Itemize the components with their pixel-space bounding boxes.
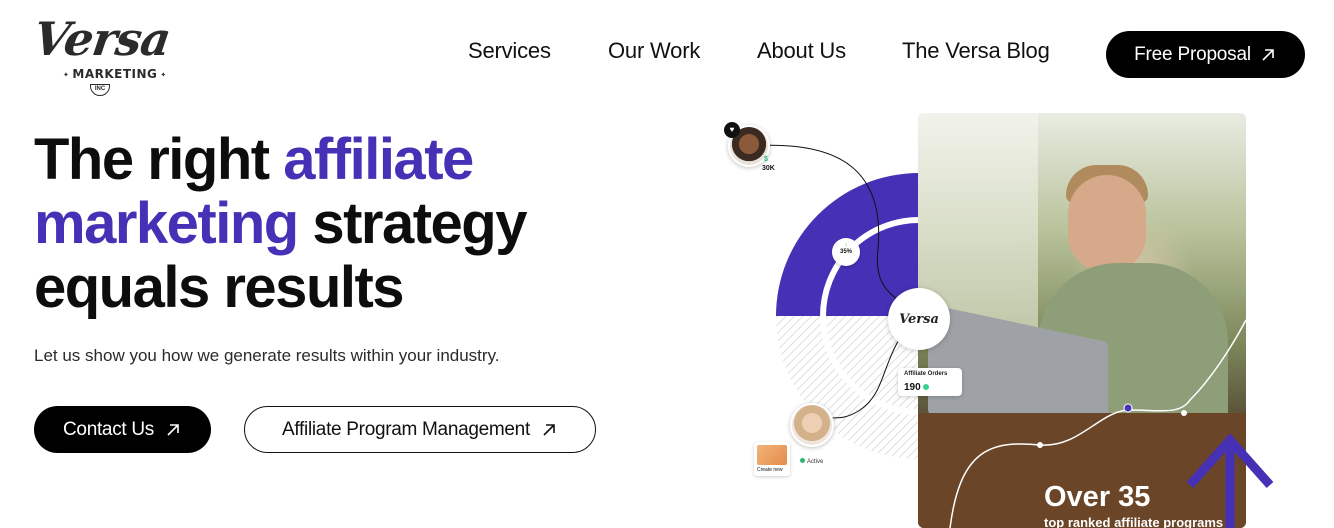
- arrow-up-right-icon: [543, 423, 555, 436]
- create-new-card: Create new: [754, 442, 790, 476]
- nav-blog[interactable]: The Versa Blog: [902, 38, 1050, 64]
- headline-accent-1: affiliate: [283, 127, 474, 192]
- hero-subtext: Let us show you how we generate results …: [34, 346, 500, 365]
- stat-caption: top ranked affiliate programs: [1044, 515, 1224, 528]
- arrow-up-right-icon: [167, 423, 179, 436]
- arrow-up-right-icon: [1262, 48, 1274, 61]
- hero-headline: The right affiliate marketing strategy e…: [34, 128, 654, 320]
- versa-logo[interactable]: Versa MARKETING INC: [30, 12, 173, 98]
- orders-status-dot: [922, 384, 929, 390]
- hero-graphic: Over 35 top ranked affiliate programs Af…: [720, 110, 1334, 528]
- growth-percent: 35%: [839, 249, 852, 255]
- free-proposal-button[interactable]: Free Proposal: [1106, 31, 1305, 78]
- headline-part-1: The right: [34, 127, 284, 192]
- orders-value: 190: [904, 382, 921, 393]
- logo-script-text: Versa: [30, 12, 174, 66]
- versa-badge: Versa: [888, 288, 950, 350]
- create-thumbnail: [757, 445, 787, 465]
- active-status: Active: [800, 458, 823, 465]
- active-label: Active: [807, 459, 824, 465]
- affiliate-program-label: Affiliate Program Management: [282, 418, 530, 440]
- stat-headline: Over 35: [1044, 481, 1151, 513]
- earnings-value: 30K: [762, 165, 775, 172]
- free-proposal-label: Free Proposal: [1134, 43, 1251, 65]
- affiliate-orders-card: Affiliate Orders 190: [898, 368, 962, 396]
- earnings-symbol: $: [764, 156, 768, 163]
- headline-accent-2: marketing: [34, 191, 299, 256]
- affiliate-program-button[interactable]: Affiliate Program Management: [244, 406, 596, 453]
- avatar-woman: [790, 403, 834, 447]
- nav-services[interactable]: Services: [468, 38, 551, 64]
- nav-about-us[interactable]: About Us: [757, 38, 846, 64]
- logo-inc: INC: [90, 84, 110, 96]
- orders-label: Affiliate Orders: [904, 371, 948, 377]
- headline-part-3: equals results: [34, 255, 405, 320]
- active-dot-icon: [800, 458, 805, 463]
- headline-part-2: strategy: [297, 191, 527, 256]
- contact-us-button[interactable]: Contact Us: [34, 406, 211, 453]
- logo-subtitle: MARKETING: [60, 67, 170, 81]
- hero-photo: Over 35 top ranked affiliate programs: [918, 113, 1246, 528]
- heart-icon: ♥: [724, 122, 740, 138]
- contact-us-label: Contact Us: [63, 418, 154, 440]
- nav-our-work[interactable]: Our Work: [608, 38, 700, 64]
- growth-badge: ↑ 35%: [832, 238, 860, 266]
- create-new-label: Create new: [757, 467, 783, 473]
